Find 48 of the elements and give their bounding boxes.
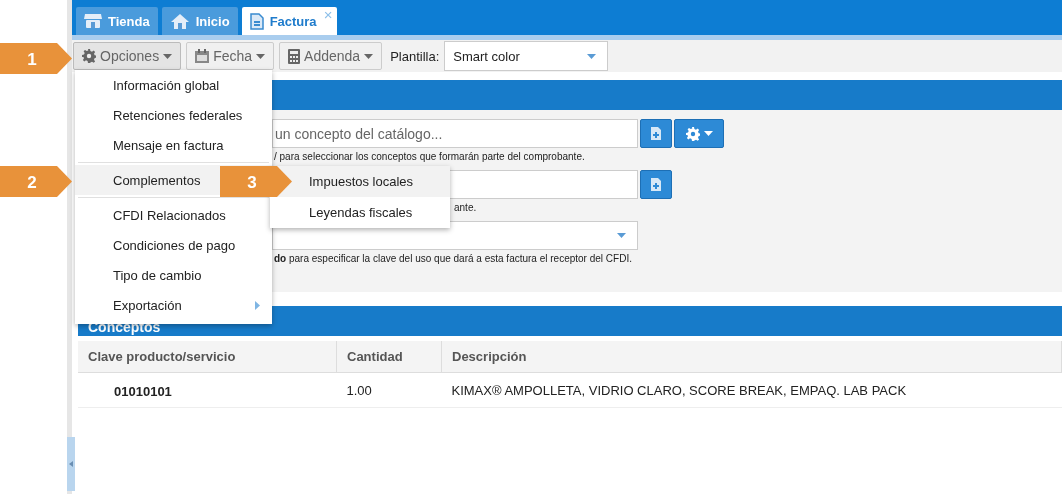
field-hint: ante. xyxy=(454,202,478,213)
add-button[interactable] xyxy=(640,119,672,148)
menu-item[interactable]: Retenciones federales xyxy=(75,100,272,130)
caret-icon xyxy=(364,53,374,59)
gear-icon xyxy=(82,49,96,63)
field-hint: / para seleccionar los conceptos que formarán parte del comprobante. xyxy=(274,151,586,162)
step-tooltip: 3 xyxy=(220,166,292,197)
caret-icon xyxy=(586,53,598,59)
collapse-arrow-icon[interactable] xyxy=(69,461,73,467)
template-select[interactable]: Smart color xyxy=(444,41,609,71)
caret-icon xyxy=(616,233,627,238)
caret-icon xyxy=(163,53,173,59)
menu-item[interactable]: Leyendas fiscales xyxy=(270,197,450,228)
toolbar-button[interactable]: Fecha xyxy=(186,42,275,70)
menu-item[interactable]: CFDI Relacionados xyxy=(75,200,272,230)
column-header[interactable]: Cantidad xyxy=(336,341,442,373)
submenu-arrow-icon xyxy=(255,300,260,310)
calendar-icon xyxy=(195,49,210,63)
caret-icon xyxy=(256,53,266,59)
table-cell: 1.00 xyxy=(336,372,442,408)
document-icon xyxy=(249,12,264,30)
menu-item[interactable]: Exportación xyxy=(75,290,272,320)
menu-item[interactable]: Información global xyxy=(75,70,272,100)
add-document-icon xyxy=(651,127,661,140)
toolbar-button[interactable]: Opciones xyxy=(73,42,182,70)
store-icon xyxy=(84,13,102,29)
column-header[interactable]: Descripción xyxy=(441,341,1062,373)
template-label: Plantilla: xyxy=(390,48,440,64)
settings-button[interactable] xyxy=(674,119,724,148)
tab[interactable]: Factura × xyxy=(241,7,337,35)
menu-item[interactable]: Mensaje en factura xyxy=(75,130,272,160)
toolbar-button[interactable]: Addenda xyxy=(279,42,383,70)
step-tooltip: 2 xyxy=(0,166,72,197)
home-icon xyxy=(169,12,190,30)
table-cell: KIMAX® AMPOLLETA, VIDRIO CLARO, SCORE BREAK, EMPAQ. LAB PACK xyxy=(441,372,1062,408)
section-title: Conceptos xyxy=(88,319,161,335)
add-document-icon xyxy=(651,178,661,191)
caret-icon xyxy=(703,131,713,136)
menu-item[interactable]: Tipo de cambio xyxy=(75,260,272,290)
settings-icon xyxy=(685,126,700,141)
concept-search-field[interactable]: un concepto del catálogo... xyxy=(272,119,638,148)
column-header[interactable]: Clave producto/servicio xyxy=(78,341,337,373)
field-hint: do para especificar la clave del uso que dará a esta factura el receptor del CFDI. xyxy=(274,253,633,264)
menu-item[interactable]: Condiciones de pago xyxy=(75,230,272,260)
calculator-icon xyxy=(288,48,301,64)
table-cell: 01010101 xyxy=(78,372,337,408)
step-tooltip: 1 xyxy=(0,43,72,74)
add-button[interactable] xyxy=(640,170,672,199)
